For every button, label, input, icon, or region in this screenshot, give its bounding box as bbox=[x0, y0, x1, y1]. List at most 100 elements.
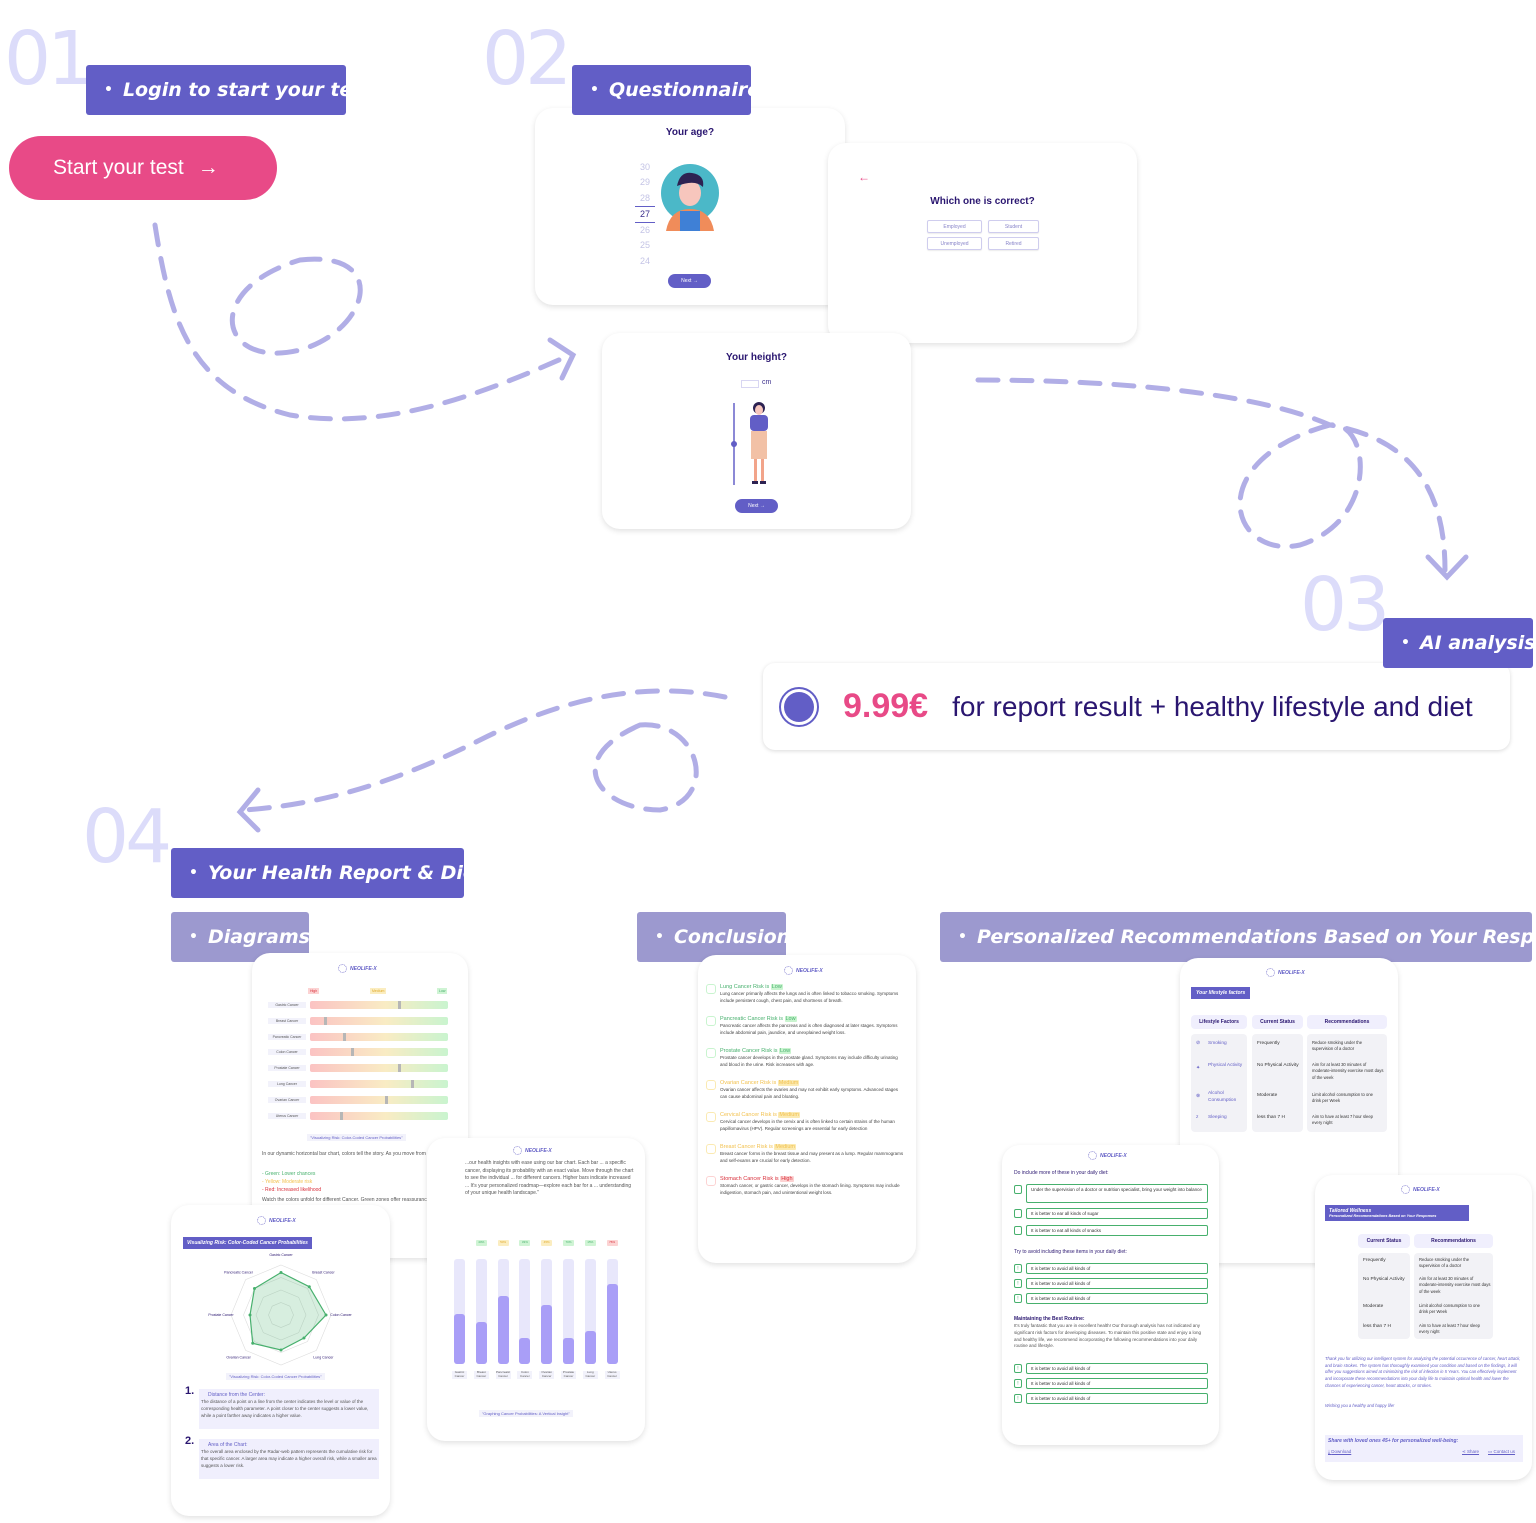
option-employed[interactable]: Employed bbox=[927, 220, 982, 233]
vbar-fill bbox=[606, 1284, 618, 1364]
note-text: The overall area enclosed by the Radar-w… bbox=[201, 1449, 377, 1468]
tailored-tag: Tailored Wellness Personalized Recommend… bbox=[1325, 1205, 1469, 1221]
age-option[interactable]: 24 bbox=[635, 254, 655, 269]
vbar bbox=[584, 1259, 596, 1364]
col-header: Recommendations bbox=[1307, 1015, 1387, 1029]
rec-cell: Reduce smoking under the supervision of … bbox=[1419, 1257, 1470, 1269]
vbar-fill bbox=[454, 1313, 465, 1364]
height-next-button[interactable]: Next → bbox=[735, 499, 778, 513]
rec-cell: Aim for at least 30 minutes of moderate-… bbox=[1312, 1062, 1384, 1080]
contact-link[interactable]: ▭ Contact us bbox=[1488, 1449, 1515, 1455]
vbar-category-label: Lung Cancer bbox=[582, 1370, 598, 1379]
recommendation-column: Reduce smoking under the supervision of … bbox=[1414, 1253, 1493, 1339]
radar-point bbox=[279, 1348, 283, 1352]
vbar-plot: Gastric Cancer 40% Breast Cancer 50% Pancrea… bbox=[427, 1235, 645, 1415]
avoid-item: ! It is better to avoid all kinds of bbox=[1014, 1278, 1208, 1290]
radar-axis-label: Lung Cancer bbox=[313, 1355, 334, 1359]
age-option[interactable]: 25 bbox=[635, 238, 655, 253]
option-retired[interactable]: Retired bbox=[988, 237, 1039, 250]
thanks-text: Thank you for utilizing our intelligent … bbox=[1325, 1356, 1521, 1388]
tailored-tag-subtitle: Personalized Recommendations Based on Yo… bbox=[1329, 1214, 1437, 1218]
brand-logo: NEOLIFE-X bbox=[1088, 1151, 1127, 1160]
height-input[interactable] bbox=[741, 380, 759, 388]
hbar-marker bbox=[343, 1032, 347, 1041]
age-option[interactable]: 28 bbox=[635, 191, 655, 206]
note-text: The distance of a point on a line from t… bbox=[201, 1399, 369, 1418]
lifestyle-tag: Your lifestyle factors bbox=[1191, 987, 1251, 999]
brand-logo-icon bbox=[338, 964, 347, 973]
organ-icon bbox=[706, 984, 716, 994]
height-question-card: Your height? cm Next → bbox=[602, 333, 911, 529]
radar-caption: "Visualizing Risk: Color-Coded Cancer Pr… bbox=[226, 1373, 325, 1380]
brand-name: NEOLIFE-X bbox=[269, 1217, 296, 1224]
step-number-04: 04 bbox=[82, 794, 172, 880]
routine-item: ! It is better to avoid all kinds of bbox=[1014, 1393, 1208, 1405]
pricing-option[interactable]: 9.99€ for report result + healthy lifest… bbox=[763, 663, 1510, 750]
age-option[interactable]: 29 bbox=[635, 175, 655, 190]
vbar bbox=[541, 1259, 553, 1364]
routine-title: Maintaining the Best Routine: bbox=[1014, 1316, 1085, 1322]
include-item: It is better to eat all kinds of snacks bbox=[1014, 1225, 1208, 1237]
conclusion-text: Cervical cancer develops in the cervix a… bbox=[720, 1119, 895, 1132]
brand-logo-icon bbox=[1266, 968, 1275, 977]
step-tag-ai-analysis: • AI analysis bbox=[1383, 618, 1536, 668]
conclusion-text: Stomach cancer, or gastric cancer, devel… bbox=[720, 1183, 900, 1196]
arrow-right-icon: → bbox=[197, 156, 219, 179]
include-item: Under the supervision of a doctor or nut… bbox=[1014, 1184, 1208, 1203]
option-student[interactable]: Student bbox=[988, 220, 1039, 233]
vbar-category-label: Ovarian Cancer bbox=[539, 1370, 555, 1379]
step-tag-label: Questionnaire bbox=[608, 79, 761, 101]
radio-selected[interactable] bbox=[779, 686, 819, 727]
section-tag-recommendations: • Personalized Recommendations Based on Y… bbox=[940, 912, 1536, 962]
start-test-button[interactable]: Start your test → bbox=[9, 136, 277, 200]
radar-point bbox=[248, 1313, 252, 1317]
hbar-marker bbox=[384, 1095, 388, 1104]
vbar-value-label: 40% bbox=[475, 1240, 487, 1246]
brand-logo-icon bbox=[513, 1146, 522, 1155]
occupation-question-card: ← Which one is correct? Employed Student… bbox=[828, 143, 1137, 343]
vbar-category-label: Breast Cancer bbox=[473, 1370, 489, 1379]
note-number: 2. bbox=[185, 1435, 195, 1447]
routine-text-item: It is better to avoid all kinds of bbox=[1026, 1363, 1208, 1374]
age-picker[interactable]: 30 29 28 27 26 25 24 bbox=[635, 160, 655, 269]
avoid-text: It is better to avoid all kinds of bbox=[1026, 1278, 1208, 1289]
factor-cell: Physical Activity bbox=[1208, 1063, 1243, 1068]
status-cell: Frequently bbox=[1363, 1258, 1386, 1263]
height-slider-handle[interactable] bbox=[731, 441, 737, 447]
diet-card: NEOLIFE-X Do include more of these in yo… bbox=[1002, 1145, 1219, 1445]
contact-label: Contact us bbox=[1493, 1449, 1516, 1454]
tailored-wellness-card: NEOLIFE-X Tailored Wellness Personalized… bbox=[1315, 1175, 1532, 1480]
status-cell: Moderate bbox=[1257, 1093, 1278, 1098]
age-option[interactable]: 26 bbox=[635, 223, 655, 238]
conclusion-item: Pancreatic Cancer Risk is Low Pancreatic … bbox=[706, 1016, 906, 1036]
organ-icon bbox=[706, 1016, 716, 1026]
hbar-label: Prostate Cancer bbox=[268, 1065, 306, 1072]
conclusion-item: Ovarian Cancer Risk is Medium Ovarian can… bbox=[706, 1080, 906, 1100]
dash-path-1 bbox=[152, 222, 573, 422]
arrow-left-icon[interactable]: ← bbox=[858, 170, 870, 184]
hbar-track bbox=[310, 1001, 448, 1009]
brand-logo-icon bbox=[257, 1216, 266, 1225]
status-cell: less than 7 H bbox=[1257, 1115, 1285, 1120]
hbar-label: Lung Cancer bbox=[268, 1081, 306, 1087]
hbar-marker bbox=[323, 1016, 327, 1025]
brand-logo-icon bbox=[1401, 1185, 1410, 1194]
age-option[interactable]: 30 bbox=[635, 160, 655, 175]
age-option-selected[interactable]: 27 bbox=[635, 205, 655, 224]
rec-cell: Reduce smoking under the supervision of … bbox=[1312, 1040, 1363, 1052]
organ-icon bbox=[706, 1048, 716, 1058]
radar-title: Visualizing Risk: Color-Coded Cancer Pro… bbox=[183, 1237, 312, 1249]
brand-name: NEOLIFE-X bbox=[1413, 1186, 1440, 1193]
scale-icon bbox=[1014, 1185, 1022, 1194]
status-cell: Moderate bbox=[1363, 1304, 1384, 1309]
download-link[interactable]: ⤓ Download bbox=[1328, 1449, 1351, 1454]
vbar bbox=[497, 1259, 509, 1364]
age-next-button[interactable]: Next → bbox=[668, 274, 711, 288]
radar-point bbox=[324, 1313, 328, 1317]
option-unemployed[interactable]: Unemployed bbox=[927, 237, 982, 250]
radar-axis-label: Breast Cancer bbox=[312, 1271, 335, 1275]
share-link[interactable]: ⋖ Share bbox=[1462, 1449, 1479, 1455]
hbar-caption: "Visualizing Risk: Color-Coded Cancer Pr… bbox=[307, 1134, 406, 1141]
step-number-03: 03 bbox=[1300, 562, 1390, 648]
note-title: Area of the Chart: bbox=[208, 1442, 248, 1448]
